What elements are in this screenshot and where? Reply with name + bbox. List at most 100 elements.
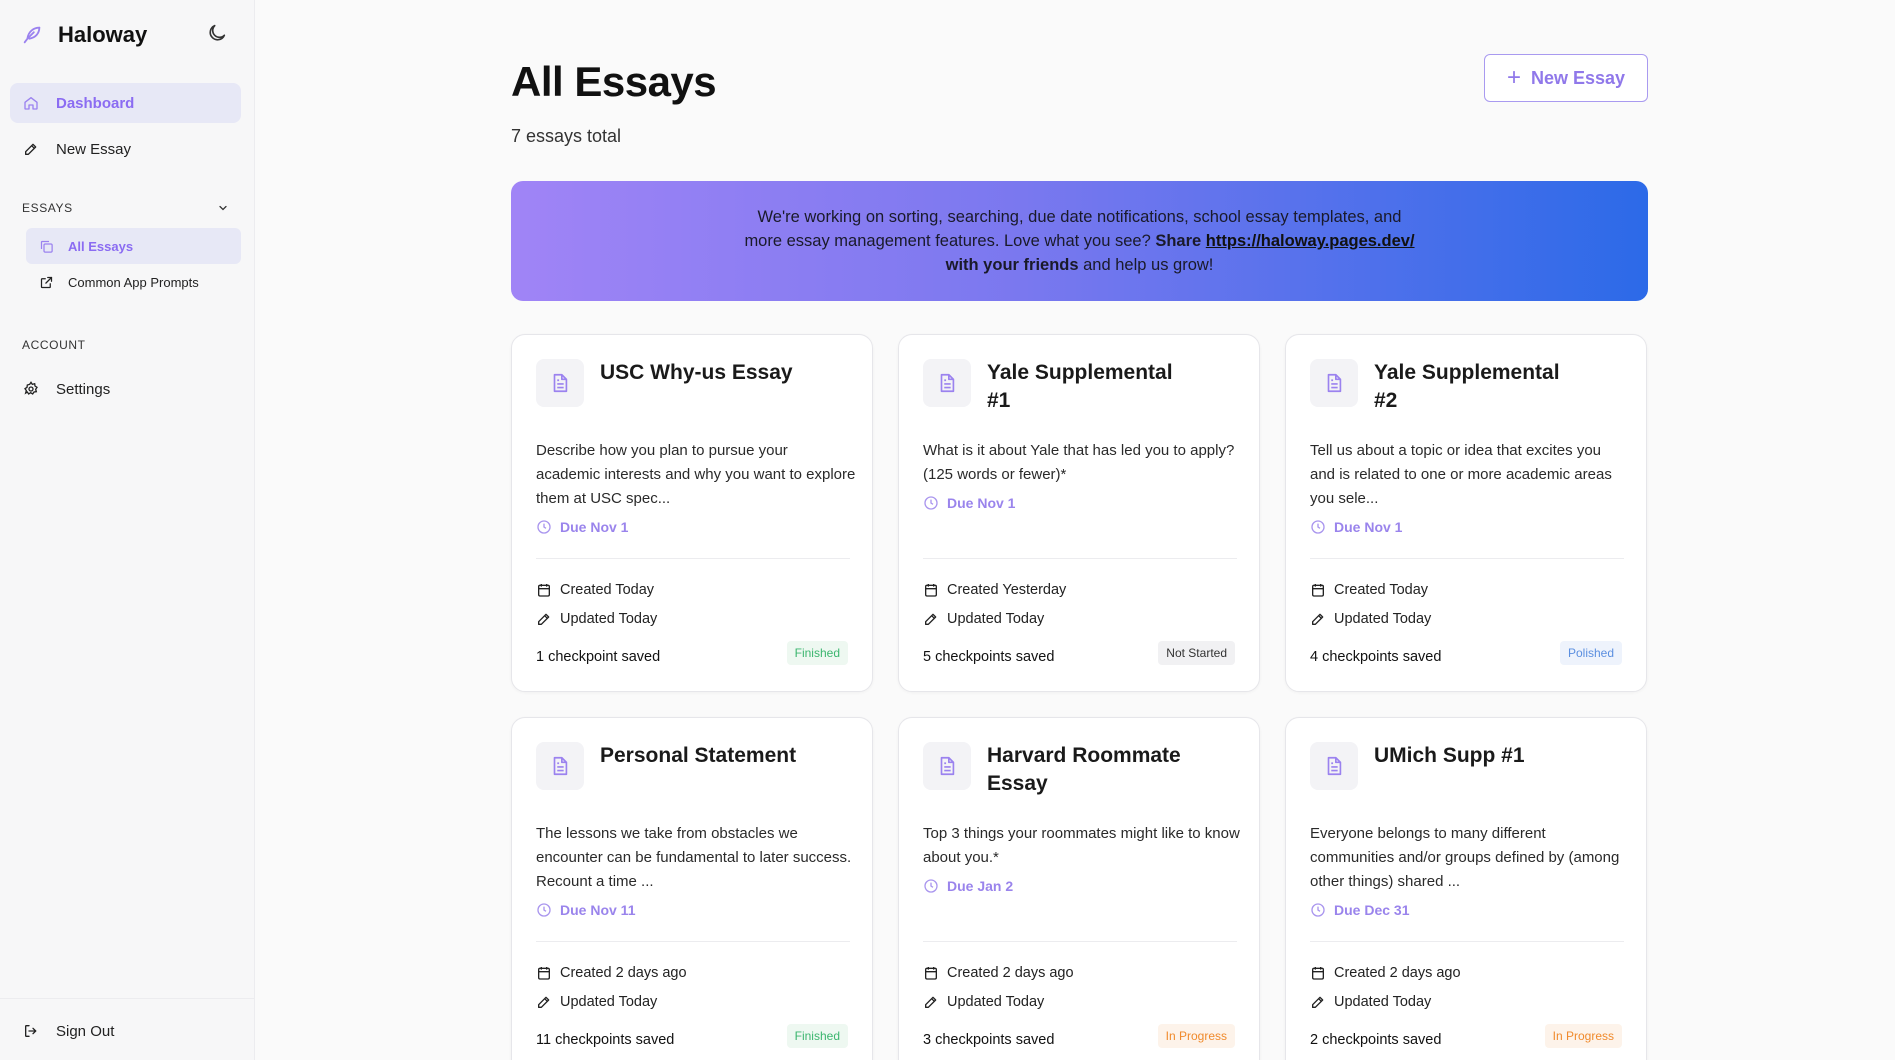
essay-card[interactable]: UMich Supp #1 Everyone belongs to many di… xyxy=(1285,717,1647,1060)
calendar-icon xyxy=(536,965,552,981)
checkpoint-count: 1 checkpoint saved xyxy=(536,649,661,665)
due-date-label: Due Nov 1 xyxy=(560,519,629,535)
external-link-icon xyxy=(38,274,54,290)
essay-prompt: The lessons we take from obstacles we en… xyxy=(536,825,852,890)
gear-icon xyxy=(22,380,40,398)
created-date: Created Today xyxy=(1310,582,1428,598)
created-date: Created 2 days ago xyxy=(1310,965,1461,981)
card-divider xyxy=(923,558,1237,559)
nav-dashboard[interactable]: Dashboard xyxy=(10,83,241,123)
clock-icon xyxy=(923,878,939,894)
nav-sign-out[interactable]: Sign Out xyxy=(10,1011,241,1051)
updated-date: Updated Today xyxy=(536,994,657,1010)
status-badge: Polished xyxy=(1559,641,1622,665)
due-date-label: Due Dec 31 xyxy=(1334,902,1410,918)
clock-icon xyxy=(536,902,552,918)
card-divider xyxy=(536,558,850,559)
checkpoint-count: 3 checkpoints saved xyxy=(923,1032,1055,1048)
banner-text-2: and help us grow! xyxy=(1078,256,1214,274)
essay-card[interactable]: USC Why-us Essay Describe how you plan to… xyxy=(511,334,873,692)
created-label: Created Today xyxy=(1334,582,1429,598)
status-badge: In Progress xyxy=(1544,1024,1622,1048)
essay-card[interactable]: Personal Statement The lessons we take fr… xyxy=(511,717,873,1060)
updated-date: Updated Today xyxy=(923,611,1044,627)
document-icon xyxy=(536,742,584,790)
checkpoint-count: 11 checkpoints saved xyxy=(536,1032,675,1048)
created-date: Created Today xyxy=(536,582,654,598)
brand[interactable]: Haloway xyxy=(20,20,147,50)
updated-date: Updated Today xyxy=(536,611,657,627)
essay-title: Harvard Roommate Essay xyxy=(987,744,1181,795)
card-divider xyxy=(536,941,850,942)
created-date: Created 2 days ago xyxy=(923,965,1074,981)
essay-prompt: Everyone belongs to many different commu… xyxy=(1310,825,1620,890)
status-badge: Finished xyxy=(786,641,848,665)
document-icon xyxy=(1310,359,1358,407)
nav-sign-out-label: Sign Out xyxy=(56,1022,115,1040)
created-label: Created 2 days ago xyxy=(947,965,1074,981)
updated-label: Updated Today xyxy=(560,611,658,627)
essay-card[interactable]: Yale Supplemental #1 What is it about Yal… xyxy=(898,334,1260,692)
new-essay-button[interactable]: + New Essay xyxy=(1484,54,1648,102)
created-label: Created 2 days ago xyxy=(1334,965,1461,981)
pencil-icon xyxy=(1310,611,1326,627)
clock-icon xyxy=(536,519,552,535)
pencil-icon xyxy=(923,611,939,627)
due-date: Due Nov 1 xyxy=(1310,519,1402,535)
chevron-down-icon[interactable] xyxy=(217,201,229,213)
checkpoint-count: 4 checkpoints saved xyxy=(1310,649,1442,665)
updated-date: Updated Today xyxy=(1310,994,1431,1010)
sign-out-icon xyxy=(22,1022,40,1040)
nav-all-essays[interactable]: All Essays xyxy=(26,228,241,264)
status-badge: Finished xyxy=(786,1024,848,1048)
announcement-banner: We're working on sorting, searching, due… xyxy=(511,181,1648,301)
essay-title: Yale Supplemental #1 xyxy=(987,361,1173,412)
created-date: Created 2 days ago xyxy=(536,965,687,981)
essay-card[interactable]: Yale Supplemental #2 Tell us about a topi… xyxy=(1285,334,1647,692)
pencil-icon xyxy=(1310,994,1326,1010)
calendar-icon xyxy=(923,582,939,598)
copy-icon xyxy=(38,238,54,254)
essays-section-label: ESSAYS xyxy=(22,201,73,215)
due-date: Due Nov 1 xyxy=(923,495,1015,511)
moon-icon[interactable] xyxy=(206,22,230,46)
clock-icon xyxy=(923,495,939,511)
created-date: Created Yesterday xyxy=(923,582,1066,598)
sidebar: Haloway Dashboard New Essay ESSAYS All E… xyxy=(0,0,255,1060)
clock-icon xyxy=(1310,902,1326,918)
page-title: All Essays xyxy=(511,58,717,105)
nav-new-essay[interactable]: New Essay xyxy=(10,129,241,169)
essay-title: Yale Supplemental #2 xyxy=(1374,361,1560,412)
due-date: Due Dec 31 xyxy=(1310,902,1409,918)
calendar-icon xyxy=(1310,965,1326,981)
app-name: Haloway xyxy=(58,22,148,47)
due-date: Due Jan 2 xyxy=(923,878,1013,894)
essay-prompt: Describe how you plan to pursue your aca… xyxy=(536,442,856,507)
updated-label: Updated Today xyxy=(1334,611,1432,627)
due-date-label: Due Jan 2 xyxy=(947,878,1014,894)
essay-title: USC Why-us Essay xyxy=(600,361,793,384)
status-badge: Not Started xyxy=(1158,641,1235,665)
nav-common-app-label: Common App Prompts xyxy=(68,274,199,290)
due-date-label: Due Nov 1 xyxy=(1334,519,1403,535)
created-label: Created 2 days ago xyxy=(560,965,687,981)
updated-label: Updated Today xyxy=(560,994,658,1010)
home-icon xyxy=(22,94,40,112)
card-divider xyxy=(1310,558,1624,559)
checkpoint-count: 2 checkpoints saved xyxy=(1310,1032,1442,1048)
checkpoint-count: 5 checkpoints saved xyxy=(923,649,1055,665)
nav-settings-label: Settings xyxy=(56,380,111,398)
nav-common-app-prompts[interactable]: Common App Prompts xyxy=(26,264,241,300)
essay-card[interactable]: Harvard Roommate Essay Top 3 things your … xyxy=(898,717,1260,1060)
nav-all-essays-label: All Essays xyxy=(68,238,134,254)
due-date: Due Nov 11 xyxy=(536,902,635,918)
card-divider xyxy=(923,941,1237,942)
updated-date: Updated Today xyxy=(1310,611,1431,627)
calendar-icon xyxy=(923,965,939,981)
nav-settings[interactable]: Settings xyxy=(10,369,241,409)
nav-new-essay-label: New Essay xyxy=(56,140,132,158)
banner-link[interactable]: https://haloway.pages.dev/ xyxy=(1206,232,1415,250)
banner-friends: with your friends xyxy=(945,256,1079,274)
pencil-icon xyxy=(536,994,552,1010)
document-icon xyxy=(1310,742,1358,790)
